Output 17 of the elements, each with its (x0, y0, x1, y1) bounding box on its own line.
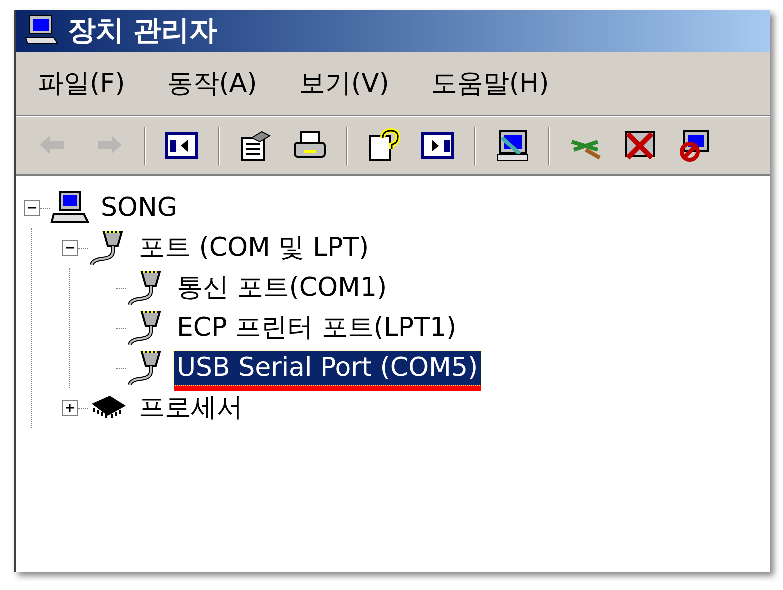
tree-item[interactable]: 프로세서 (136, 391, 246, 425)
help-icon[interactable] (366, 128, 402, 164)
collapse-toggle[interactable] (62, 240, 78, 256)
menu-item[interactable]: 동작(A) (167, 65, 258, 104)
tree-item[interactable]: ECP 프린터 포트(LPT1) (174, 311, 460, 345)
menu-item[interactable]: 보기(V) (299, 65, 390, 104)
menu-item[interactable]: 파일(F) (38, 65, 126, 104)
computer-icon (50, 190, 90, 226)
collapse-toggle[interactable] (24, 200, 40, 216)
expand-toggle[interactable] (62, 400, 78, 416)
tree-item[interactable]: 통신 포트(COM1) (174, 271, 390, 305)
plus-icon (65, 403, 75, 413)
tree-item[interactable]: 포트 (COM 및 LPT) (136, 231, 372, 265)
tree-item[interactable]: SONG (98, 191, 181, 225)
tree-item[interactable]: USB Serial Port (COM5) (174, 351, 482, 385)
window-title: 장치 관리자 (68, 13, 218, 49)
menu-item[interactable]: 도움말(H) (431, 65, 550, 104)
